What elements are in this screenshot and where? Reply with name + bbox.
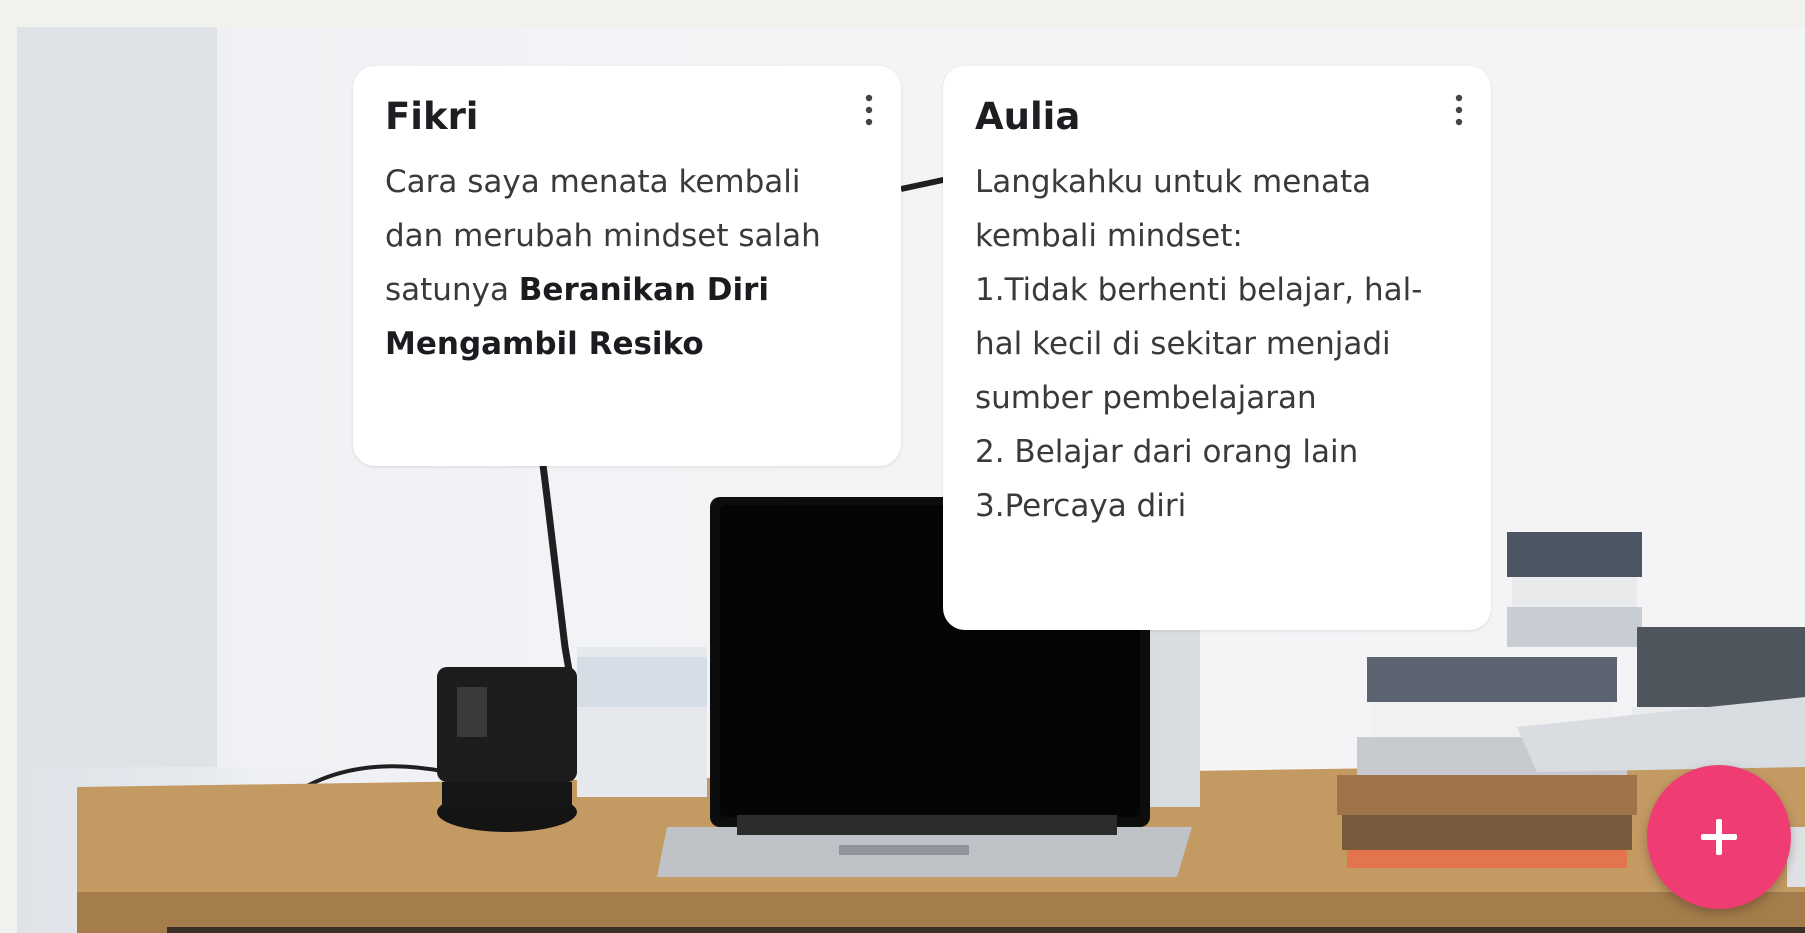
- more-vertical-icon: [865, 94, 873, 126]
- post-menu-button[interactable]: [1445, 90, 1473, 130]
- padlet-board: Fikri Cara saya menata kembali dan merub…: [17, 27, 1805, 933]
- post-body-line: Cara saya menata kembali: [385, 163, 801, 200]
- post-body-line: satunya Beranikan Diri: [385, 263, 867, 317]
- desk-background-image: [17, 27, 1805, 933]
- post-card-aulia[interactable]: Aulia Langkahku untuk menata kembali min…: [943, 66, 1491, 630]
- post-menu-button[interactable]: [855, 90, 883, 130]
- post-body-line: 1.Tidak berhenti belajar, hal-: [975, 271, 1423, 308]
- post-body-line: dan merubah mindset salah: [385, 217, 821, 254]
- post-body-bold-text: Beranikan Diri: [518, 271, 770, 308]
- more-vertical-icon: [1455, 94, 1463, 126]
- post-body-line: kembali mindset:: [975, 217, 1243, 254]
- post-body: Cara saya menata kembali dan merubah min…: [385, 155, 867, 371]
- post-body-line: Mengambil Resiko: [385, 317, 867, 371]
- post-body-line: 2. Belajar dari orang lain: [975, 433, 1359, 470]
- add-post-button[interactable]: [1647, 765, 1791, 909]
- post-body-bold-text: Mengambil Resiko: [385, 325, 704, 362]
- post-body-line: hal kecil di sekitar menjadi: [975, 325, 1391, 362]
- post-body-text: satunya: [385, 271, 519, 308]
- post-body-line: 3.Percaya diri: [975, 487, 1187, 524]
- post-body-line: sumber pembelajaran: [975, 379, 1317, 416]
- plus-icon: [1701, 819, 1737, 855]
- post-author: Fikri: [385, 95, 479, 138]
- post-card-fikri[interactable]: Fikri Cara saya menata kembali dan merub…: [353, 66, 901, 466]
- post-author: Aulia: [975, 95, 1081, 138]
- post-body: Langkahku untuk menata kembali mindset: …: [975, 155, 1457, 533]
- post-body-line: Langkahku untuk menata: [975, 163, 1372, 200]
